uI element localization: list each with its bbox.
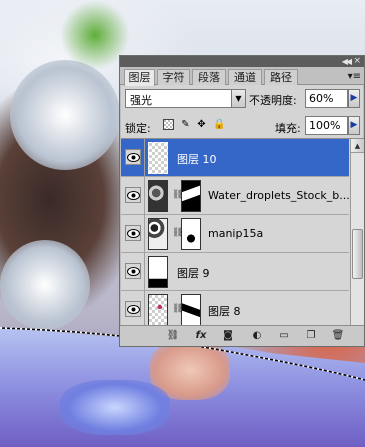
lock-paint-icon[interactable]: ✎ bbox=[180, 119, 191, 130]
add-mask-icon[interactable]: ◙ bbox=[221, 329, 235, 343]
tab-channels[interactable]: 通道 bbox=[228, 69, 262, 85]
layer-name[interactable]: 图层 8 bbox=[208, 303, 241, 319]
opacity-label: 不透明度: bbox=[249, 94, 297, 107]
water-splash bbox=[0, 240, 90, 330]
opacity-stepper[interactable]: ▶ bbox=[348, 89, 360, 108]
layer-thumbnail[interactable] bbox=[148, 180, 168, 212]
layer-thumbnail[interactable] bbox=[148, 256, 168, 288]
scroll-thumb[interactable] bbox=[352, 229, 363, 279]
tab-paragraph[interactable]: 段落 bbox=[192, 69, 226, 85]
layer-row[interactable]: ⛓ 图层 8 bbox=[121, 291, 349, 326]
layer-name[interactable]: 图层 9 bbox=[177, 265, 210, 281]
layer-name[interactable]: manip15a bbox=[208, 227, 263, 240]
lock-transparency-icon[interactable] bbox=[163, 119, 174, 130]
fill-stepper[interactable]: ▶ bbox=[348, 116, 360, 135]
layer-row[interactable]: 图层 9 bbox=[121, 253, 349, 291]
water-splash bbox=[10, 60, 120, 170]
layer-thumbnail[interactable] bbox=[148, 142, 168, 174]
lock-label: 锁定: bbox=[125, 122, 151, 135]
layer-row[interactable]: 图层 10 bbox=[121, 139, 349, 177]
delete-layer-icon[interactable]: 🗑 bbox=[331, 329, 345, 343]
tab-layers[interactable]: 图层 bbox=[124, 69, 155, 86]
layer-mask-thumbnail[interactable] bbox=[181, 218, 201, 250]
layer-row[interactable]: ⛓ Water_droplets_Stock_b... bbox=[121, 177, 350, 215]
layer-list-scrollbar[interactable]: ▲ bbox=[350, 139, 364, 326]
scroll-up-icon[interactable]: ▲ bbox=[351, 139, 364, 153]
layer-mask-thumbnail[interactable] bbox=[181, 180, 201, 212]
layers-panel: ◀◀ × 图层 字符 段落 通道 路径 ▾≡ 强光 ▼ 不透明度: 60% ▶ … bbox=[119, 55, 365, 347]
layer-list: 图层 10 ⛓ Water_droplets_Stock_b... ⛓ mani… bbox=[121, 138, 364, 326]
layer-name[interactable]: 图层 10 bbox=[177, 151, 217, 167]
visibility-eye-icon[interactable] bbox=[125, 263, 141, 279]
collapse-icon[interactable]: ◀◀ bbox=[342, 56, 352, 67]
panel-menu-icon[interactable]: ▾≡ bbox=[348, 71, 361, 82]
layer-thumbnail[interactable] bbox=[148, 218, 168, 250]
visibility-eye-icon[interactable] bbox=[125, 225, 141, 241]
panel-tabs: 图层 字符 段落 通道 路径 ▾≡ bbox=[120, 67, 364, 86]
new-group-icon[interactable]: ▭ bbox=[277, 329, 291, 343]
lock-all-icon[interactable]: 🔒 bbox=[213, 119, 225, 130]
new-layer-icon[interactable]: ❐ bbox=[304, 329, 318, 343]
divider bbox=[144, 291, 145, 326]
adjustment-layer-icon[interactable]: ◐ bbox=[250, 329, 264, 343]
chevron-down-icon: ▼ bbox=[231, 90, 245, 107]
layer-thumbnail[interactable] bbox=[148, 294, 168, 326]
link-layers-icon[interactable]: ⛓ bbox=[166, 329, 180, 343]
close-icon[interactable]: × bbox=[353, 56, 361, 67]
layer-mask-thumbnail[interactable] bbox=[181, 294, 201, 326]
layer-name[interactable]: Water_droplets_Stock_b... bbox=[208, 189, 350, 202]
lock-position-icon[interactable]: ✥ bbox=[196, 119, 207, 130]
visibility-eye-icon[interactable] bbox=[125, 187, 141, 203]
layer-style-fx-icon[interactable]: fx bbox=[194, 329, 208, 343]
visibility-eye-icon[interactable] bbox=[125, 301, 141, 317]
divider bbox=[144, 177, 145, 215]
fill-field[interactable]: 100% bbox=[305, 116, 348, 135]
layer-row[interactable]: ⛓ manip15a bbox=[121, 215, 349, 253]
divider bbox=[144, 215, 145, 253]
opacity-field[interactable]: 60% bbox=[305, 89, 348, 108]
divider bbox=[144, 139, 145, 177]
fill-label: 填充: bbox=[275, 122, 301, 135]
tab-paths[interactable]: 路径 bbox=[264, 69, 298, 85]
layers-bottom-toolbar: ⛓ fx ◙ ◐ ▭ ❐ 🗑 bbox=[120, 325, 364, 346]
divider bbox=[144, 253, 145, 291]
tab-character[interactable]: 字符 bbox=[157, 69, 190, 85]
blend-mode-value: 强光 bbox=[130, 94, 152, 107]
blend-mode-select[interactable]: 强光 ▼ bbox=[125, 89, 246, 108]
panel-titlebar[interactable]: ◀◀ × bbox=[120, 56, 364, 67]
visibility-eye-icon[interactable] bbox=[125, 149, 141, 165]
